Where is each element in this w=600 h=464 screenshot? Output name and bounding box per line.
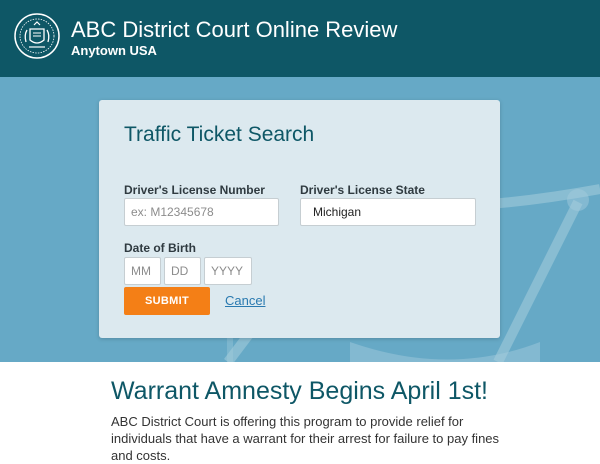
license-state-select[interactable] bbox=[300, 198, 476, 226]
court-seal-icon bbox=[14, 13, 60, 59]
site-title: ABC District Court Online Review bbox=[71, 17, 398, 42]
site-subtitle: Anytown USA bbox=[71, 43, 157, 58]
traffic-ticket-search-form: Traffic Ticket Search Driver's License N… bbox=[99, 100, 500, 338]
hero-banner: Traffic Ticket Search Driver's License N… bbox=[0, 77, 600, 362]
announcement-title: Warrant Amnesty Begins April 1st! bbox=[111, 377, 489, 405]
date-of-birth-label: Date of Birth bbox=[124, 241, 196, 255]
submit-button[interactable]: SUBMIT bbox=[124, 287, 210, 315]
dob-day-input[interactable] bbox=[164, 257, 201, 285]
license-number-label: Driver's License Number bbox=[124, 183, 265, 197]
dob-month-input[interactable] bbox=[124, 257, 161, 285]
site-header: ABC District Court Online Review Anytown… bbox=[0, 0, 600, 77]
license-number-input[interactable] bbox=[124, 198, 279, 226]
dob-year-input[interactable] bbox=[204, 257, 252, 285]
form-title: Traffic Ticket Search bbox=[124, 123, 315, 146]
announcement-body: ABC District Court is offering this prog… bbox=[111, 414, 500, 463]
cancel-link[interactable]: Cancel bbox=[225, 293, 265, 308]
license-state-label: Driver's License State bbox=[300, 183, 425, 197]
